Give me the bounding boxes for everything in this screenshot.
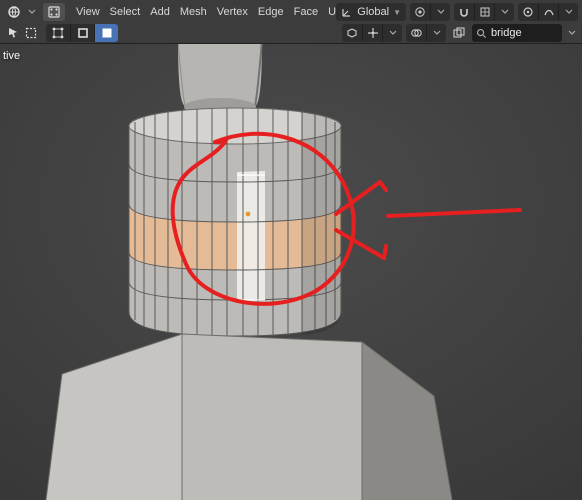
viewport-header: View Select Add Mesh Vertex Edge Face UV… bbox=[0, 0, 582, 44]
menu-face[interactable]: Face bbox=[289, 4, 323, 20]
pivot-chevron-icon[interactable] bbox=[430, 3, 450, 21]
menu-view[interactable]: View bbox=[71, 4, 105, 20]
header-bottom-right bbox=[342, 23, 578, 43]
menu-vertex[interactable]: Vertex bbox=[212, 4, 253, 20]
pivot-cluster bbox=[410, 3, 450, 21]
menu-mesh[interactable]: Mesh bbox=[175, 4, 212, 20]
snap-cluster bbox=[454, 3, 514, 21]
header-bottom-row bbox=[0, 23, 582, 43]
interaction-mode-button[interactable] bbox=[43, 3, 65, 21]
header-top-row: View Select Add Mesh Vertex Edge Face UV… bbox=[0, 2, 582, 22]
editor-type-chevron-icon[interactable] bbox=[27, 3, 37, 21]
transform-orientation-dropdown[interactable]: Global ▼ bbox=[336, 3, 406, 21]
mesh-select-mode-group bbox=[46, 24, 118, 42]
viewport-scene bbox=[0, 44, 582, 500]
xray-toggle-button[interactable] bbox=[450, 24, 468, 42]
proportional-edit-button[interactable] bbox=[518, 3, 538, 21]
orientation-label: Global bbox=[357, 6, 389, 18]
cursor-tool-icon[interactable] bbox=[4, 24, 22, 42]
menu-select[interactable]: Select bbox=[105, 4, 146, 20]
3d-viewport[interactable] bbox=[0, 44, 582, 500]
overlays-button[interactable] bbox=[406, 24, 426, 42]
menu-add[interactable]: Add bbox=[145, 4, 175, 20]
proportional-chevron-icon[interactable] bbox=[558, 3, 578, 21]
visibility-cluster bbox=[342, 24, 402, 42]
overlay-cluster bbox=[406, 24, 446, 42]
proportional-cluster bbox=[518, 3, 578, 21]
editor-type-icon[interactable] bbox=[4, 3, 24, 21]
gizmos-button[interactable] bbox=[362, 24, 382, 42]
mode-overlay-text: tive bbox=[3, 50, 20, 62]
select-mode-vertex[interactable] bbox=[46, 24, 70, 42]
menu-edge[interactable]: Edge bbox=[253, 4, 289, 20]
operator-search-input[interactable] bbox=[491, 27, 543, 39]
3d-cursor bbox=[246, 212, 251, 217]
header-top-right: Global ▼ bbox=[336, 2, 578, 22]
snap-chevron-icon[interactable] bbox=[494, 3, 514, 21]
operator-search[interactable] bbox=[472, 24, 562, 42]
options-chevron-icon[interactable] bbox=[566, 24, 578, 42]
snap-toggle-button[interactable] bbox=[454, 3, 474, 21]
bottle-cap bbox=[178, 44, 262, 116]
gizmos-chevron-icon[interactable] bbox=[382, 24, 402, 42]
snap-type-button[interactable] bbox=[474, 3, 494, 21]
select-mode-edge[interactable] bbox=[70, 24, 94, 42]
orientation-icon bbox=[341, 6, 353, 18]
overlays-chevron-icon[interactable] bbox=[426, 24, 446, 42]
select-tool-icon[interactable] bbox=[22, 24, 40, 42]
chevron-down-icon: ▼ bbox=[393, 8, 401, 17]
proportional-falloff-button[interactable] bbox=[538, 3, 558, 21]
search-icon bbox=[476, 28, 487, 39]
cylinder bbox=[129, 108, 341, 337]
select-mode-face[interactable] bbox=[94, 24, 118, 42]
view-object-types-button[interactable] bbox=[342, 24, 362, 42]
pivot-point-button[interactable] bbox=[410, 3, 430, 21]
